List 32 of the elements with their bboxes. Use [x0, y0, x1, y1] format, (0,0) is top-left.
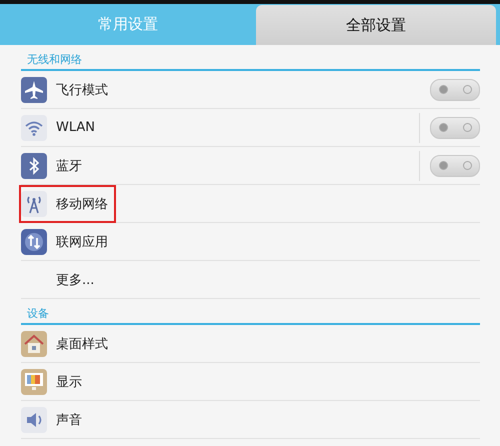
- monitor-icon: [21, 368, 47, 394]
- house-icon: [21, 330, 47, 356]
- settings-item[interactable]: WLAN: [21, 109, 480, 147]
- settings-item[interactable]: 移动网络: [21, 185, 480, 223]
- settings-item[interactable]: 声音: [21, 401, 480, 439]
- item-label: 联网应用: [56, 234, 108, 250]
- item-label: 声音: [56, 412, 82, 428]
- item-label: 桌面样式: [56, 336, 108, 352]
- item-label: WLAN: [56, 120, 96, 135]
- toggle-switch[interactable]: [430, 116, 480, 138]
- item-label: 更多...: [56, 272, 94, 288]
- airplane-icon: [21, 76, 47, 102]
- toggle-switch[interactable]: [430, 154, 480, 176]
- speaker-icon: [21, 406, 47, 432]
- settings-item[interactable]: 蓝牙: [21, 147, 480, 185]
- settings-item[interactable]: 显示: [21, 363, 480, 401]
- settings-item[interactable]: 飞行模式: [21, 71, 480, 109]
- bluetooth-icon: [21, 152, 47, 178]
- item-label: 移动网络: [56, 196, 108, 212]
- item-label: 飞行模式: [56, 82, 108, 98]
- antenna-icon: [21, 190, 47, 216]
- item-label: 蓝牙: [56, 158, 82, 174]
- settings-item[interactable]: 更多...: [21, 261, 480, 299]
- globe-icon: [21, 228, 47, 254]
- section-header: 设备: [21, 299, 480, 325]
- toggle-switch[interactable]: [430, 78, 480, 100]
- settings-item[interactable]: 桌面样式: [21, 325, 480, 363]
- section-header: 无线和网络: [21, 45, 480, 71]
- wifi-icon: [21, 114, 47, 140]
- settings-item[interactable]: 联网应用: [21, 223, 480, 261]
- tab[interactable]: 全部设置: [256, 5, 496, 45]
- item-label: 显示: [56, 374, 82, 390]
